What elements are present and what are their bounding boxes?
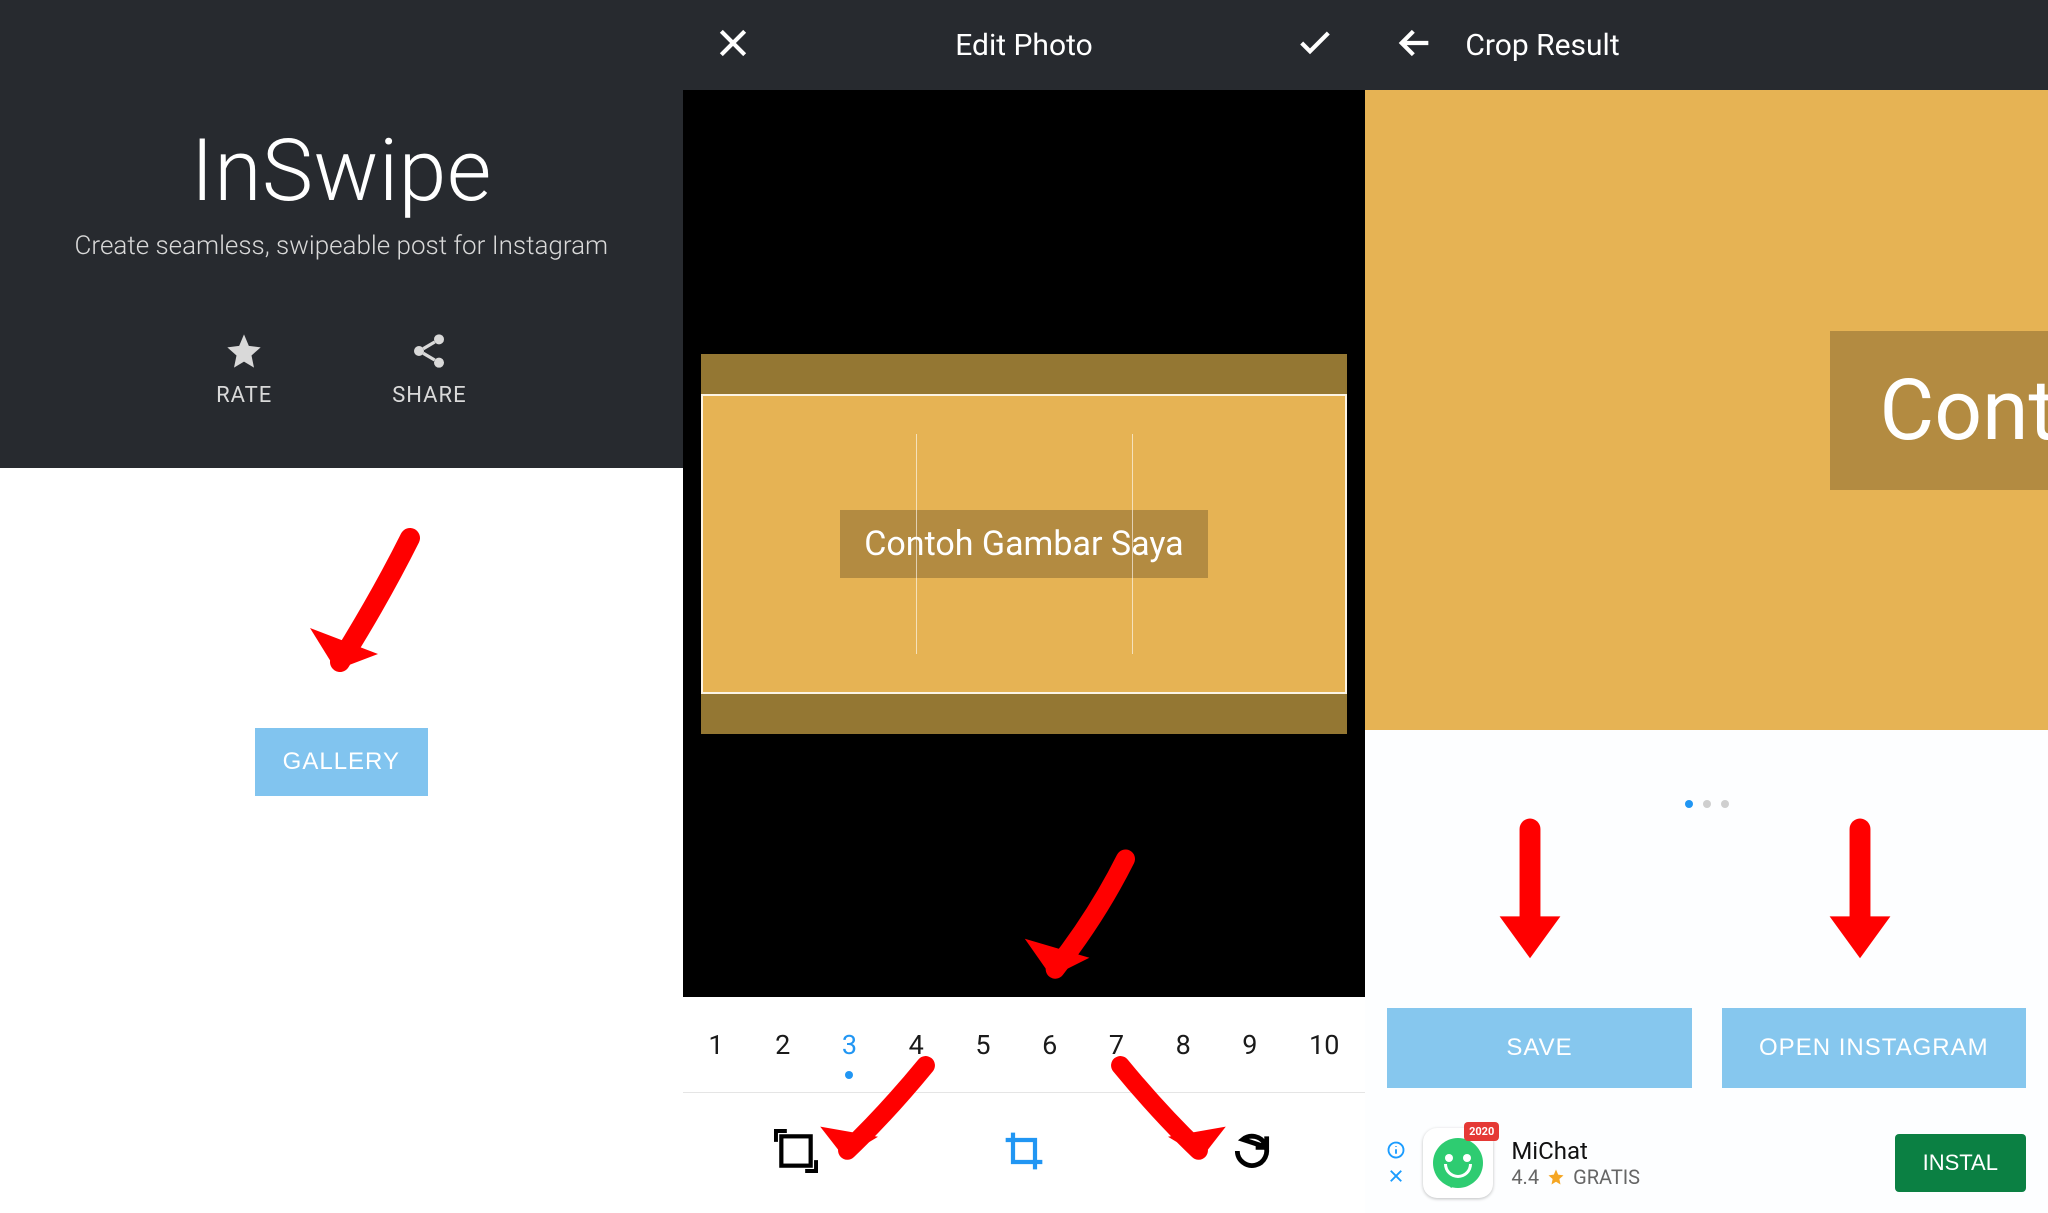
crop-tool[interactable] — [1002, 1129, 1046, 1177]
preview-text: Cont — [1830, 331, 2048, 490]
screen-inswipe-home: InSwipe Create seamless, swipeable post … — [0, 0, 683, 1213]
screen-crop-result: Crop Result Cont SAVE OPEN INSTAGRAM — [1365, 0, 2048, 1213]
split-option[interactable]: 6 — [1042, 1029, 1057, 1061]
aspect-icon — [774, 1129, 818, 1173]
toolbar-title: Edit Photo — [753, 28, 1296, 63]
action-row: RATE SHARE — [216, 331, 467, 408]
toolbar: Crop Result — [1365, 0, 2048, 90]
ad-title: MiChat — [1511, 1137, 1876, 1165]
split-option-selected[interactable]: 3 — [842, 1029, 857, 1061]
lower-panel: SAVE OPEN INSTAGRAM 2020 MiChat 4.4 — [1365, 730, 2048, 1213]
dot-active — [1685, 800, 1693, 808]
share-button[interactable]: SHARE — [392, 331, 466, 408]
toolbar: Edit Photo — [683, 0, 1366, 90]
install-button[interactable]: INSTAL — [1895, 1134, 2026, 1192]
split-option[interactable]: 9 — [1242, 1029, 1257, 1061]
split-option[interactable]: 1 — [708, 1029, 723, 1061]
gallery-button[interactable]: GALLERY — [255, 728, 428, 796]
confirm-button[interactable] — [1295, 23, 1335, 67]
split-option[interactable]: 5 — [975, 1029, 990, 1061]
ad-app-icon: 2020 — [1423, 1128, 1493, 1198]
annotation-arrow-icon — [1765, 810, 1955, 1000]
ad-banner[interactable]: 2020 MiChat 4.4 GRATIS INSTAL — [1387, 1123, 2026, 1203]
crop-icon — [1002, 1129, 1046, 1173]
annotation-arrow-icon — [1435, 810, 1625, 1000]
open-instagram-button[interactable]: OPEN INSTAGRAM — [1722, 1008, 2026, 1088]
sample-image: Contoh Gambar Saya — [701, 354, 1348, 734]
crop-window[interactable]: Contoh Gambar Saya — [701, 394, 1348, 694]
share-label: SHARE — [392, 383, 466, 408]
main-area: GALLERY — [0, 468, 683, 1213]
share-icon — [409, 331, 449, 371]
back-button[interactable] — [1395, 23, 1435, 67]
rotate-icon — [1230, 1129, 1274, 1173]
ad-rating: 4.4 GRATIS — [1511, 1165, 1876, 1189]
close-icon — [713, 23, 753, 63]
cta-row: SAVE OPEN INSTAGRAM — [1365, 1008, 2048, 1088]
rotate-tool[interactable] — [1230, 1129, 1274, 1177]
app-title: InSwipe — [191, 120, 492, 221]
tool-row — [683, 1092, 1366, 1213]
toolbar-title: Crop Result — [1465, 28, 1619, 63]
split-count-selector: 1 2 3 4 5 6 7 8 9 10 — [683, 997, 1366, 1092]
star-icon — [224, 331, 264, 371]
save-button[interactable]: SAVE — [1387, 1008, 1691, 1088]
page-indicator — [1685, 800, 1729, 808]
dot — [1721, 800, 1729, 808]
dot — [1703, 800, 1711, 808]
split-option[interactable]: 4 — [909, 1029, 924, 1061]
split-option[interactable]: 8 — [1176, 1029, 1191, 1061]
rate-label: RATE — [216, 383, 272, 408]
split-option[interactable]: 10 — [1309, 1029, 1339, 1061]
back-arrow-icon — [1395, 23, 1435, 63]
edit-canvas[interactable]: Contoh Gambar Saya — [683, 90, 1366, 997]
adchoices[interactable] — [1387, 1141, 1405, 1185]
screen-edit-photo: Edit Photo Contoh Gambar Saya 1 2 3 4 5 … — [683, 0, 1366, 1213]
ad-badge: 2020 — [1464, 1122, 1499, 1141]
annotation-arrow-icon — [270, 518, 470, 718]
check-icon — [1295, 23, 1335, 63]
split-option[interactable]: 2 — [775, 1029, 790, 1061]
star-icon — [1547, 1168, 1565, 1186]
close-button[interactable] — [713, 23, 753, 67]
header-area: InSwipe Create seamless, swipeable post … — [0, 0, 683, 468]
ad-text: MiChat 4.4 GRATIS — [1511, 1137, 1876, 1189]
close-ad-icon[interactable] — [1387, 1167, 1405, 1185]
info-icon — [1387, 1141, 1405, 1159]
split-option[interactable]: 7 — [1109, 1029, 1124, 1061]
app-tagline: Create seamless, swipeable post for Inst… — [75, 231, 609, 261]
rate-button[interactable]: RATE — [216, 331, 272, 408]
result-preview[interactable]: Cont — [1365, 90, 2048, 730]
aspect-tool[interactable] — [774, 1129, 818, 1177]
